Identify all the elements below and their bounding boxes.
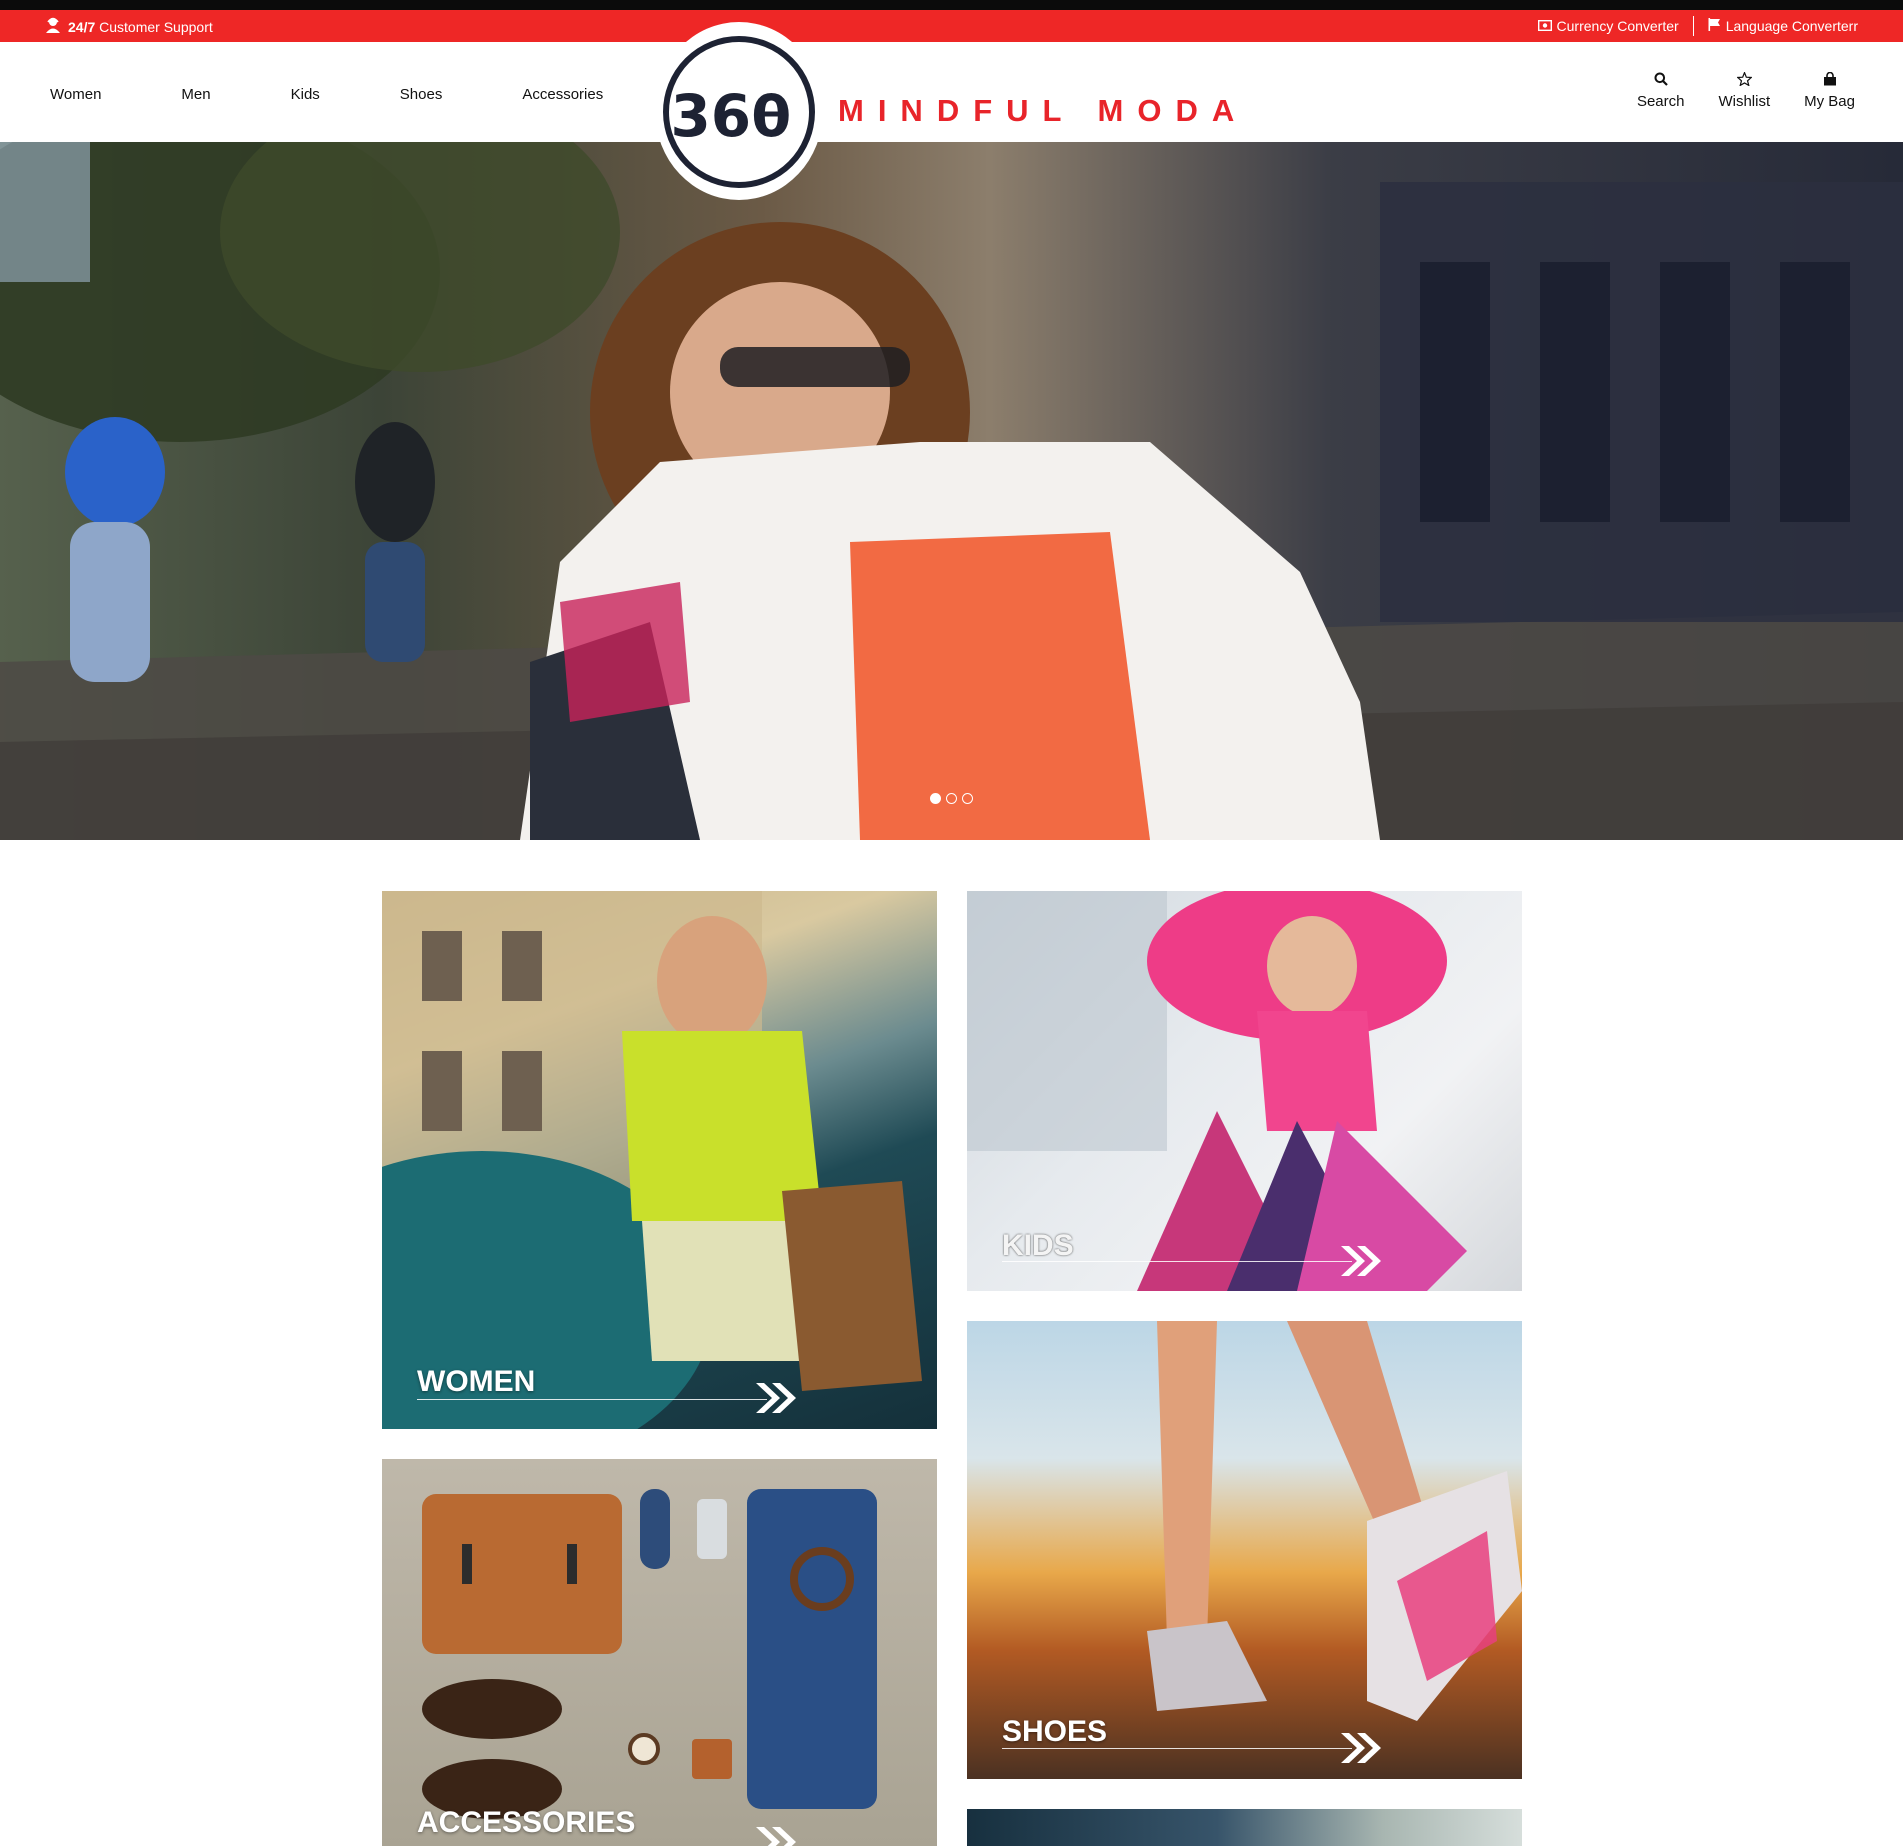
currency-converter-label: Currency Converter — [1556, 18, 1679, 34]
women-tile-image — [382, 891, 922, 1429]
hero-dot-3[interactable] — [962, 793, 973, 804]
user-headset-icon — [44, 16, 62, 37]
nav-item-women[interactable]: Women — [50, 86, 101, 103]
main-nav: Women Men Kids Shoes Accessories — [50, 86, 603, 103]
language-converter-link[interactable]: Language Converterr — [1708, 18, 1858, 34]
nav-item-men[interactable]: Men — [181, 86, 210, 103]
support-label: Customer Support — [99, 18, 213, 35]
accessories-tile-label: ACCESSORIES — [417, 1806, 636, 1839]
women-tile-rule — [417, 1399, 767, 1400]
site-logo[interactable]: 360 — [655, 22, 823, 200]
shoes-tile-rule — [1002, 1748, 1352, 1749]
double-chevron-right-icon — [756, 1383, 796, 1413]
star-icon — [1736, 70, 1753, 93]
hero-image — [0, 142, 1903, 840]
category-tile-women[interactable]: WOMEN — [382, 891, 937, 1429]
double-chevron-right-icon — [1341, 1246, 1381, 1276]
wishlist-label: Wishlist — [1718, 93, 1771, 110]
my-bag-label: My Bag — [1804, 93, 1855, 110]
category-tile-kids[interactable]: KIDS — [967, 891, 1522, 1291]
nav-item-shoes[interactable]: Shoes — [400, 86, 443, 103]
hero-dot-1[interactable] — [930, 793, 941, 804]
category-tile-shoes[interactable]: SHOES — [967, 1321, 1522, 1779]
top-bar: 24/7 Customer Support Currency Converter… — [0, 10, 1903, 42]
double-chevron-right-icon — [1341, 1733, 1381, 1763]
money-icon — [1537, 18, 1552, 34]
flag-icon — [1708, 18, 1721, 34]
category-tile-accessories[interactable]: ACCESSORIES — [382, 1459, 937, 1846]
top-strip — [0, 0, 1903, 10]
header-tools: Search Wishlist My Bag — [1636, 70, 1855, 110]
language-converter-label: Language Converterr — [1725, 18, 1858, 34]
category-tile-partial[interactable] — [967, 1809, 1522, 1846]
wishlist-button[interactable]: Wishlist — [1718, 70, 1771, 110]
hero-banner[interactable] — [0, 142, 1903, 840]
my-bag-button[interactable]: My Bag — [1804, 71, 1855, 110]
search-icon — [1654, 72, 1668, 93]
shoes-tile-image — [1147, 1321, 1522, 1721]
accessories-tile-image — [422, 1489, 877, 1819]
shoes-tile-label: SHOES — [1002, 1715, 1108, 1748]
nav-item-kids[interactable]: Kids — [291, 86, 320, 103]
currency-converter-link[interactable]: Currency Converter — [1537, 18, 1679, 34]
support-prefix: 24/7 — [68, 18, 96, 35]
search-button[interactable]: Search — [1636, 72, 1685, 110]
hero-dot-2[interactable] — [946, 793, 957, 804]
bag-icon — [1823, 71, 1837, 93]
search-label: Search — [1636, 93, 1685, 110]
kids-tile-label: KIDS — [1002, 1229, 1074, 1262]
women-tile-label: WOMEN — [417, 1365, 536, 1398]
brand-name: MINDFUL MODA — [838, 93, 1249, 128]
kids-tile-rule — [1002, 1261, 1352, 1262]
customer-support-link[interactable]: 24/7 Customer Support — [44, 16, 213, 37]
hero-slider-dots — [930, 793, 973, 804]
topbar-divider — [1692, 16, 1694, 36]
nav-item-accessories[interactable]: Accessories — [522, 86, 603, 103]
double-chevron-right-icon — [756, 1827, 796, 1846]
